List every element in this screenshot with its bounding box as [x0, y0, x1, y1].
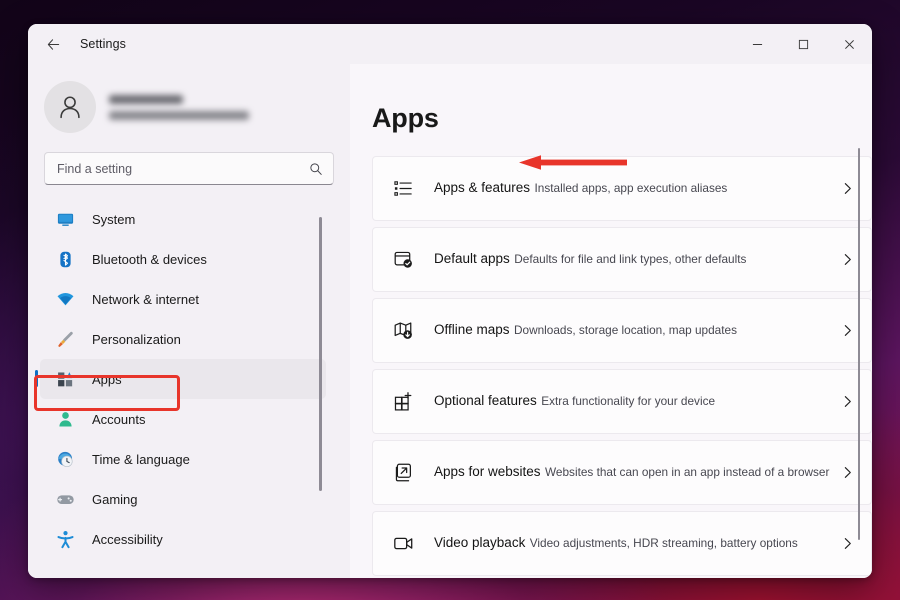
card-text: Video playback Video adjustments, HDR st… — [434, 534, 837, 552]
card-text: Apps & features Installed apps, app exec… — [434, 179, 837, 197]
card-title: Optional features — [434, 393, 537, 408]
video-camera-icon — [390, 533, 416, 554]
sidebar: System Bluetooth & devices — [28, 64, 350, 578]
sidebar-item-label: Bluetooth & devices — [92, 252, 207, 267]
sidebar-item-label: Time & language — [92, 452, 190, 467]
paintbrush-icon — [54, 329, 76, 349]
person-icon — [54, 409, 76, 429]
sidebar-item-accessibility[interactable]: Accessibility — [40, 519, 326, 559]
sidebar-item-accounts[interactable]: Accounts — [40, 399, 326, 439]
sidebar-item-time-language[interactable]: Time & language — [40, 439, 326, 479]
sidebar-item-gaming[interactable]: Gaming — [40, 479, 326, 519]
maximize-icon — [798, 39, 809, 50]
chevron-right-icon — [837, 466, 857, 479]
account-block[interactable] — [28, 64, 350, 138]
card-title: Apps for websites — [434, 464, 541, 479]
minimize-button[interactable] — [734, 24, 780, 64]
back-arrow-icon — [46, 37, 61, 52]
chevron-right-icon — [837, 253, 857, 266]
card-title: Apps & features — [434, 180, 530, 195]
account-email-redacted — [109, 111, 249, 120]
chevron-right-icon — [837, 324, 857, 337]
card-subtitle: Websites that can open in an app instead… — [545, 465, 829, 479]
sidebar-item-label: System — [92, 212, 135, 227]
settings-window: Settings — [28, 24, 872, 578]
maximize-button[interactable] — [780, 24, 826, 64]
card-optional-features[interactable]: Optional features Extra functionality fo… — [372, 369, 872, 434]
sidebar-item-label: Network & internet — [92, 292, 199, 307]
wifi-icon — [54, 289, 76, 309]
card-apps-for-websites[interactable]: Apps for websites Websites that can open… — [372, 440, 872, 505]
close-button[interactable] — [826, 24, 872, 64]
card-subtitle: Extra functionality for your device — [541, 394, 715, 408]
sidebar-scrollbar[interactable] — [319, 217, 322, 491]
sidebar-item-system[interactable]: System — [40, 199, 326, 239]
title-bar: Settings — [28, 24, 872, 64]
clock-globe-icon — [54, 449, 76, 469]
settings-card-list: Apps & features Installed apps, app exec… — [372, 156, 872, 578]
window-controls — [734, 24, 872, 64]
sidebar-item-label: Accounts — [92, 412, 145, 427]
card-subtitle: Video adjustments, HDR streaming, batter… — [530, 536, 798, 550]
back-button[interactable] — [36, 29, 70, 59]
external-link-icon — [390, 462, 416, 483]
card-apps-and-features[interactable]: Apps & features Installed apps, app exec… — [372, 156, 872, 221]
sidebar-item-network-internet[interactable]: Network & internet — [40, 279, 326, 319]
gamepad-icon — [54, 489, 76, 509]
sidebar-item-bluetooth-devices[interactable]: Bluetooth & devices — [40, 239, 326, 279]
card-video-playback[interactable]: Video playback Video adjustments, HDR st… — [372, 511, 872, 576]
page-title: Apps — [372, 103, 872, 134]
grid-plus-icon — [390, 391, 416, 412]
card-text: Optional features Extra functionality fo… — [434, 392, 837, 410]
window-title: Settings — [80, 37, 126, 51]
sidebar-item-label: Apps — [92, 372, 122, 387]
card-default-apps[interactable]: Default apps Defaults for file and link … — [372, 227, 872, 292]
search-input[interactable] — [57, 162, 309, 176]
avatar — [44, 81, 96, 133]
card-subtitle: Defaults for file and link types, other … — [514, 252, 746, 266]
content-pane: Apps Apps & features Installed apps, ap — [350, 64, 872, 578]
sidebar-item-label: Gaming — [92, 492, 138, 507]
accessibility-icon — [54, 529, 76, 549]
card-subtitle: Installed apps, app execution aliases — [535, 181, 728, 195]
search-icon[interactable] — [309, 162, 323, 176]
content-scrollbar[interactable] — [858, 148, 861, 540]
person-avatar-icon — [55, 92, 85, 122]
minimize-icon — [752, 39, 763, 50]
sidebar-item-apps[interactable]: Apps — [40, 359, 326, 399]
card-offline-maps[interactable]: Offline maps Downloads, storage location… — [372, 298, 872, 363]
sidebar-item-label: Personalization — [92, 332, 181, 347]
card-text: Default apps Defaults for file and link … — [434, 250, 837, 268]
chevron-right-icon — [837, 182, 857, 195]
apps-icon — [54, 369, 76, 389]
sidebar-item-personalization[interactable]: Personalization — [40, 319, 326, 359]
card-title: Video playback — [434, 535, 525, 550]
card-text: Apps for websites Websites that can open… — [434, 463, 837, 481]
account-name-redacted — [109, 95, 183, 104]
card-title: Default apps — [434, 251, 510, 266]
map-download-icon — [390, 320, 416, 341]
bluetooth-icon — [54, 249, 76, 269]
card-title: Offline maps — [434, 322, 510, 337]
chevron-right-icon — [837, 395, 857, 408]
sidebar-item-label: Accessibility — [92, 532, 163, 547]
account-text — [109, 95, 249, 120]
card-subtitle: Downloads, storage location, map updates — [514, 323, 737, 337]
window-body: System Bluetooth & devices — [28, 64, 872, 578]
monitor-icon — [54, 209, 76, 229]
close-icon — [844, 39, 855, 50]
window-check-icon — [390, 249, 416, 270]
list-icon — [390, 178, 416, 199]
sidebar-nav: System Bluetooth & devices — [28, 199, 350, 578]
chevron-right-icon — [837, 537, 857, 550]
search-box[interactable] — [44, 152, 334, 185]
card-text: Offline maps Downloads, storage location… — [434, 321, 837, 339]
